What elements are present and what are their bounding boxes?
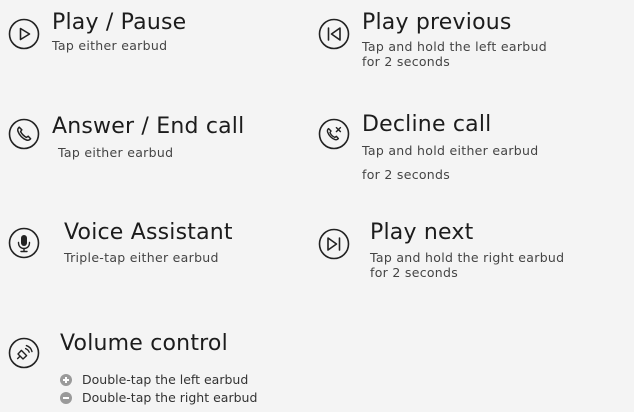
minus-icon [60, 392, 72, 404]
answer-end-call-title: Answer / End call [52, 114, 245, 139]
decline-call-title: Decline call [362, 112, 492, 137]
play-next-desc: Tap and hold the right earbud for 2 seco… [370, 250, 564, 280]
voice-assistant-desc: Triple-tap either earbud [64, 250, 219, 265]
play-previous-title: Play previous [362, 10, 512, 35]
control-play-next: Play next Tap and hold the right earbud … [318, 220, 632, 288]
control-play-previous: Play previous Tap and hold the left earb… [318, 10, 628, 78]
play-icon [8, 18, 40, 50]
play-next-desc-line: for 2 seconds [370, 265, 459, 280]
skip-back-icon [318, 18, 350, 50]
play-pause-desc-line: Tap either earbud [52, 38, 168, 53]
decline-call-desc: Tap and hold either earbud for 2 seconds [362, 143, 538, 182]
answer-end-call-desc: Tap either earbud [58, 145, 173, 160]
play-next-desc-line: Tap and hold the right earbud [370, 250, 565, 265]
play-pause-desc: Tap either earbud [52, 38, 167, 53]
skip-forward-icon [318, 228, 350, 260]
microphone-icon [8, 227, 40, 259]
control-volume: Volume control Double-tap the left earbu… [8, 331, 328, 410]
decline-call-desc-line: for 2 seconds [362, 167, 451, 182]
phone-decline-icon [318, 118, 350, 150]
decline-call-desc-line: Tap and hold either earbud [362, 143, 539, 158]
speaker-icon [8, 337, 40, 369]
answer-end-call-desc-line: Tap either earbud [58, 145, 174, 160]
control-answer-end-call: Answer / End call Tap either earbud [8, 114, 308, 164]
voice-assistant-title: Voice Assistant [64, 220, 233, 245]
voice-assistant-desc-line: Triple-tap either earbud [64, 250, 219, 265]
play-previous-desc: Tap and hold the left earbud for 2 secon… [362, 39, 547, 69]
control-play-pause: Play / Pause Tap either earbud [8, 10, 288, 62]
play-pause-title: Play / Pause [52, 10, 187, 35]
volume-up-label: Double-tap the left earbud [82, 372, 249, 387]
volume-control-title: Volume control [60, 331, 228, 356]
play-next-title: Play next [370, 220, 474, 245]
phone-icon [8, 118, 40, 150]
plus-icon [60, 374, 72, 386]
control-decline-call: Decline call Tap and hold either earbud … [318, 112, 628, 190]
control-voice-assistant: Voice Assistant Triple-tap either earbud [8, 220, 308, 272]
play-previous-desc-line: Tap and hold the left earbud [362, 39, 547, 54]
volume-down-label: Double-tap the right earbud [82, 390, 258, 405]
volume-up-row: Double-tap the left earbud [60, 372, 300, 388]
play-previous-desc-line: for 2 seconds [362, 54, 451, 69]
volume-down-row: Double-tap the right earbud [60, 390, 300, 406]
